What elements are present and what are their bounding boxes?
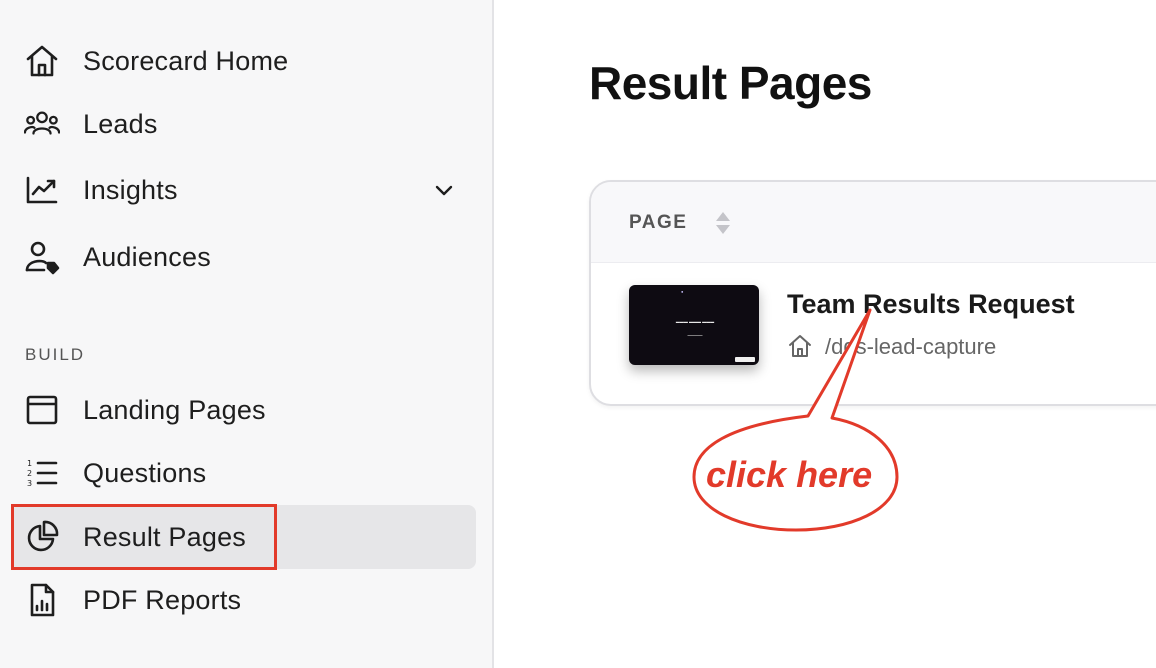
- sidebar-item-label: Questions: [83, 457, 207, 488]
- sidebar-item-scorecard-home[interactable]: Scorecard Home: [12, 29, 476, 93]
- sidebar-item-label: Landing Pages: [83, 394, 266, 425]
- sidebar-item-label: Insights: [83, 174, 178, 205]
- user-tag-icon: [24, 239, 60, 275]
- sidebar-item-label: PDF Reports: [83, 584, 242, 615]
- thumbnail-text-lines: ▬▬▬ ▬▬▬ ▬▬▬: [675, 319, 715, 324]
- home-icon: [24, 43, 60, 79]
- page-thumbnail: ● ▬▬▬ ▬▬▬ ▬▬▬ ▬▬▬▬▬: [629, 285, 759, 365]
- svg-text:3: 3: [27, 479, 32, 488]
- page-title: Result Pages: [589, 57, 872, 109]
- pdf-report-icon: [24, 582, 60, 618]
- sidebar-item-leads[interactable]: Leads: [12, 92, 476, 156]
- sidebar-item-label: Leads: [83, 108, 158, 139]
- svg-text:2: 2: [27, 469, 32, 478]
- sidebar-item-label: Result Pages: [83, 521, 246, 552]
- browser-window-icon: [24, 392, 60, 428]
- chevron-down-icon[interactable]: [432, 178, 456, 202]
- chart-line-icon: [24, 172, 60, 208]
- result-pages-table: PAGE ● ▬▬▬ ▬▬▬ ▬▬▬ ▬▬▬▬▬ Team Results Re…: [589, 180, 1156, 406]
- sidebar-item-questions[interactable]: 1 2 3 Questions: [12, 441, 476, 505]
- sidebar-item-result-pages[interactable]: Result Pages: [12, 505, 476, 569]
- sidebar: Scorecard Home Leads Insights Audiences …: [0, 0, 494, 668]
- column-header-page[interactable]: PAGE: [629, 212, 687, 234]
- sidebar-item-landing-pages[interactable]: Landing Pages: [12, 378, 476, 442]
- home-icon: [789, 335, 811, 357]
- sidebar-item-label: Scorecard Home: [83, 45, 289, 76]
- thumbnail-logo: ●: [681, 289, 684, 294]
- callout-text: click here: [706, 454, 873, 495]
- thumbnail-button: [735, 357, 755, 362]
- numbered-list-icon: 1 2 3: [24, 455, 60, 491]
- users-icon: [24, 106, 60, 142]
- thumbnail-subtext: ▬▬▬▬▬: [687, 333, 703, 337]
- result-page-path: /dqs-lead-capture: [825, 334, 997, 359]
- table-row[interactable]: ● ▬▬▬ ▬▬▬ ▬▬▬ ▬▬▬▬▬ Team Results Request…: [591, 263, 1156, 403]
- sidebar-item-insights[interactable]: Insights: [12, 158, 476, 222]
- table-header: PAGE: [591, 182, 1156, 263]
- svg-text:1: 1: [27, 459, 32, 468]
- build-section-label: BUILD: [25, 345, 86, 364]
- sidebar-item-audiences[interactable]: Audiences: [12, 225, 476, 289]
- sidebar-item-label: Audiences: [83, 241, 211, 272]
- sidebar-item-pdf-reports[interactable]: PDF Reports: [12, 568, 476, 632]
- pie-chart-icon: [24, 519, 60, 555]
- result-page-title[interactable]: Team Results Request: [787, 289, 1075, 320]
- sort-icon[interactable]: [713, 210, 733, 236]
